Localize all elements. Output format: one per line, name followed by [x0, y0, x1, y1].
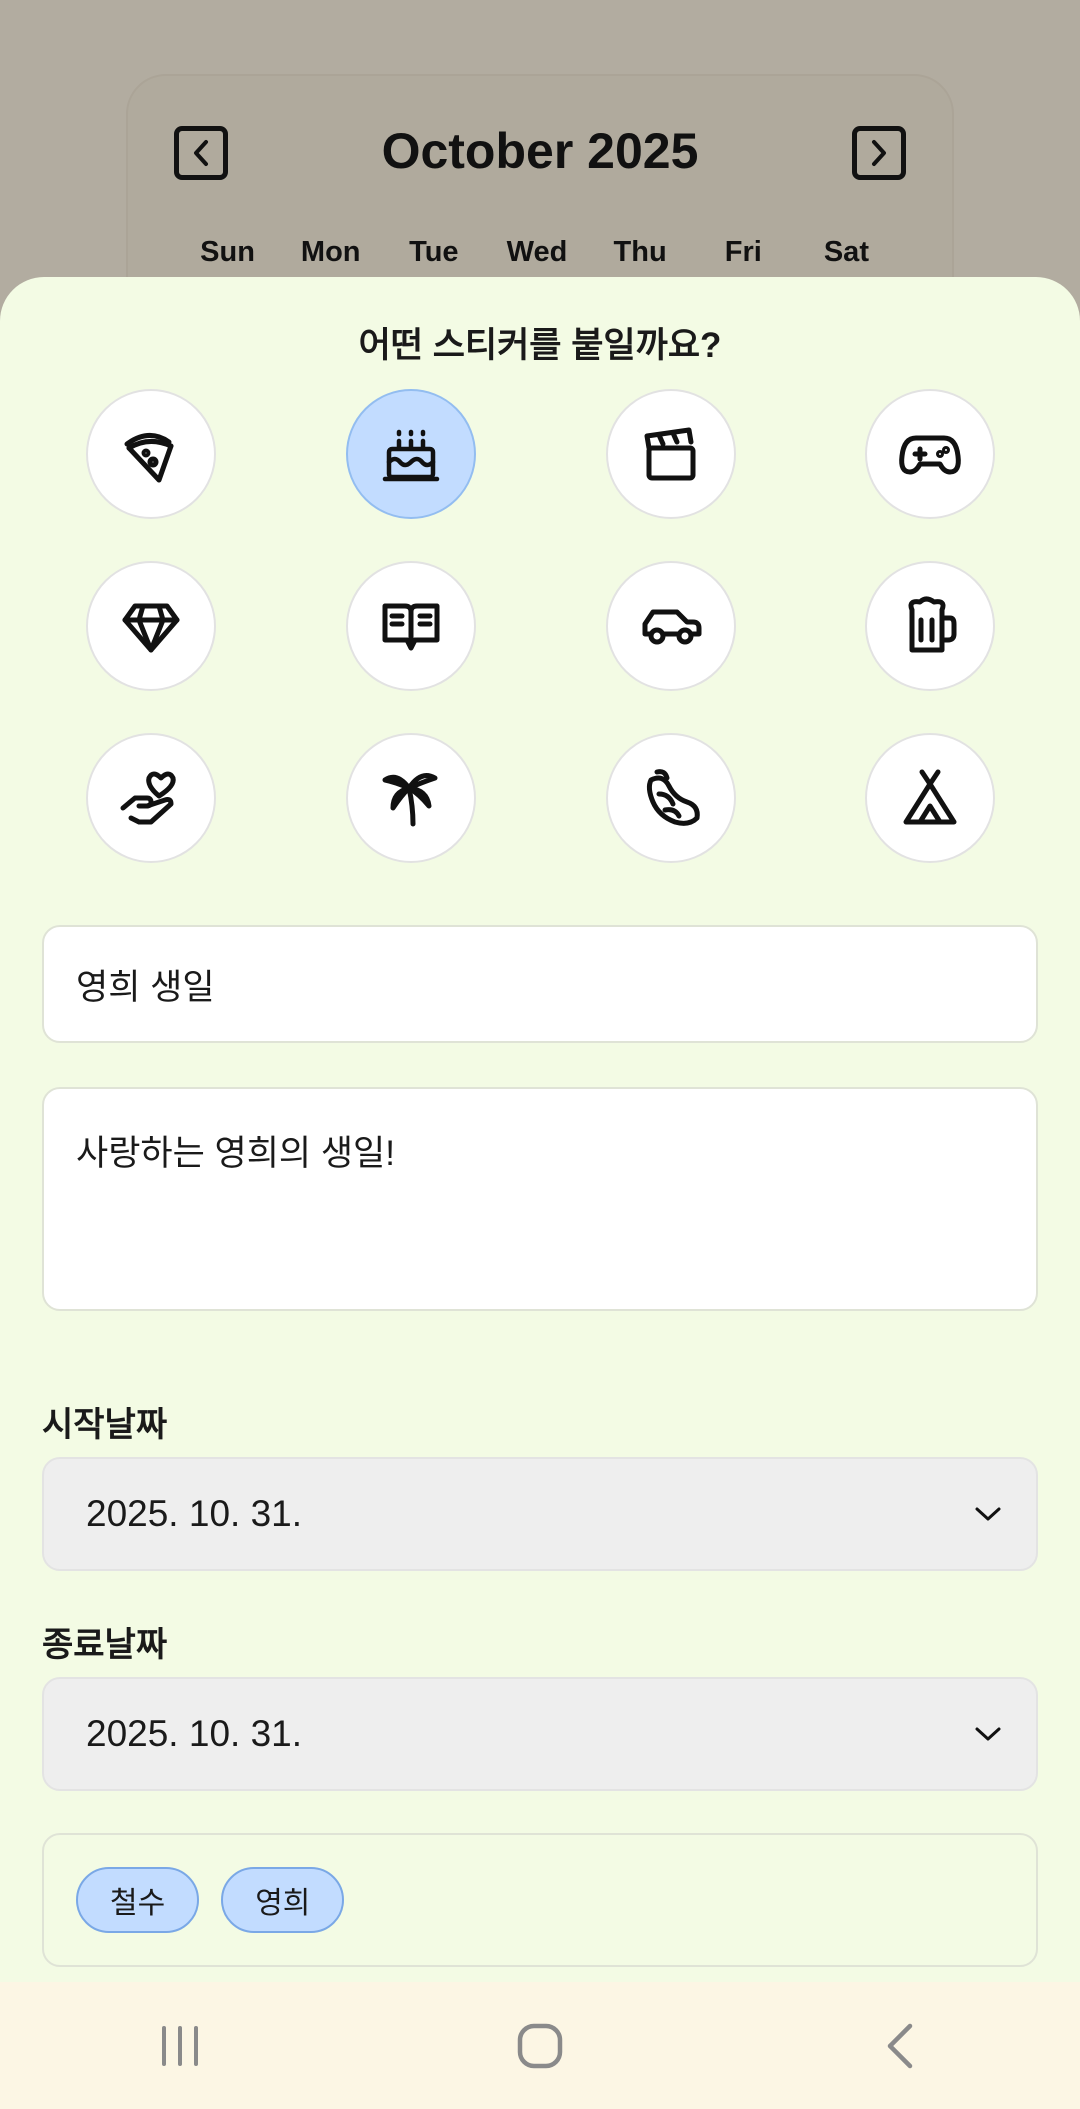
event-memo-textarea[interactable]: 사랑하는 영희의 생일!: [42, 1087, 1038, 1311]
participant-chip-group: 철수 영희: [42, 1833, 1038, 1967]
gamepad-icon: [899, 435, 961, 475]
system-navigation-bar: [0, 1982, 1080, 2109]
home-icon: [517, 2023, 563, 2068]
sticker-tent[interactable]: [865, 733, 995, 863]
diamond-icon: [122, 603, 180, 653]
event-title-input[interactable]: 영희 생일: [42, 925, 1038, 1043]
end-date-select[interactable]: 2025. 10. 31.: [42, 1677, 1038, 1791]
hand-heart-icon: [120, 771, 176, 825]
croissant-icon: [646, 769, 700, 826]
participant-chip-cheolsu[interactable]: 철수: [76, 1867, 200, 1933]
month-title: October 2025: [381, 123, 699, 179]
start-date-select[interactable]: 2025. 10. 31.: [42, 1457, 1038, 1571]
weekday-mon: Mon: [300, 236, 361, 268]
sticker-cake[interactable]: [346, 389, 476, 519]
start-date-label: 시작날짜: [42, 1406, 168, 1444]
start-date-value: 2025. 10. 31.: [86, 1493, 303, 1534]
chevron-down-icon: [975, 1507, 1001, 1521]
back-button[interactable]: [840, 2011, 960, 2081]
birthday-cake-icon: [382, 429, 440, 482]
sticker-bottom-sheet: 어떤 스티커를 붙일까요? 영희 생일 사랑하는 영희의 생일! 시작날짜 20…: [0, 277, 1080, 1982]
end-date-value: 2025. 10. 31.: [86, 1713, 303, 1754]
calendar-header: October 2025: [128, 118, 952, 188]
clapperboard-icon: [644, 427, 696, 481]
sticker-book[interactable]: [346, 561, 476, 691]
sticker-croissant[interactable]: [606, 733, 736, 863]
sheet-title: 어떤 스티커를 붙일까요?: [358, 326, 722, 365]
recents-icon: [162, 2025, 198, 2066]
sticker-palm[interactable]: [346, 733, 476, 863]
back-icon: [887, 2023, 913, 2068]
weekday-wed: Wed: [506, 236, 568, 268]
weekday-tue: Tue: [409, 236, 459, 268]
weekday-header: Sun Mon Tue Wed Thu Fri Sat: [128, 236, 952, 269]
sticker-gamepad[interactable]: [865, 389, 995, 519]
weekday-sun: Sun: [200, 236, 255, 268]
sticker-beer[interactable]: [865, 561, 995, 691]
next-month-button[interactable]: [852, 126, 906, 180]
weekday-sat: Sat: [823, 236, 869, 268]
weekday-fri: Fri: [724, 236, 762, 268]
book-icon: [382, 603, 440, 651]
end-date-label: 종료날짜: [42, 1626, 168, 1664]
sticker-pizza[interactable]: [86, 389, 216, 519]
weekday-thu: Thu: [613, 236, 667, 268]
chevron-right-icon: [872, 140, 886, 166]
home-button[interactable]: [480, 2011, 600, 2081]
palm-tree-icon: [382, 773, 438, 827]
beer-mug-icon: [908, 596, 957, 653]
participant-chip-younghee[interactable]: 영희: [221, 1867, 345, 1933]
chevron-down-icon: [975, 1727, 1001, 1741]
recent-apps-button[interactable]: [120, 2011, 240, 2081]
tent-icon: [903, 769, 957, 825]
car-icon: [642, 609, 702, 645]
sticker-diamond[interactable]: [86, 561, 216, 691]
pizza-icon: [124, 433, 174, 483]
sticker-hand-heart[interactable]: [86, 733, 216, 863]
sticker-car[interactable]: [606, 561, 736, 691]
sticker-clapperboard[interactable]: [606, 389, 736, 519]
